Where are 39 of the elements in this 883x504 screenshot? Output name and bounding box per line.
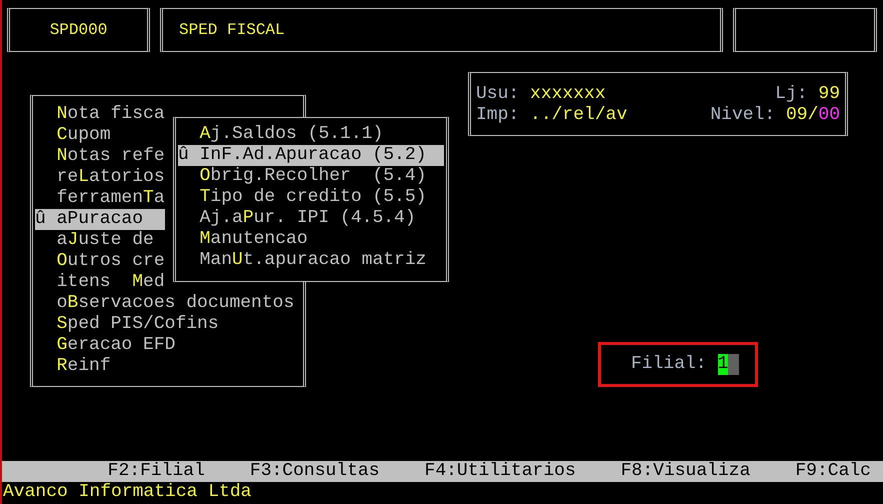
function-key[interactable]: F8:Visualiza: [620, 461, 750, 482]
menu-item[interactable]: Geracao EFD: [35, 335, 176, 356]
store-label: Lj:: [775, 84, 808, 104]
menu-item[interactable]: reLatorios: [35, 167, 165, 188]
cursor: [728, 354, 740, 375]
function-key[interactable]: F4:Utilitarios: [424, 461, 576, 482]
submenu-item[interactable]: Obrig.Recolher (5.4): [178, 166, 444, 187]
menu-item[interactable]: Notas refe: [35, 146, 165, 167]
menu-item[interactable]: itens Med: [35, 272, 165, 293]
submenu-item[interactable]: Manutencao: [178, 229, 444, 250]
printer-value: ../rel/av: [530, 105, 628, 125]
menu-item[interactable]: aJuste de: [35, 230, 154, 251]
menu-item[interactable]: ferramenTa: [35, 188, 165, 209]
company-name: Avanco Informatica Ltda: [2, 482, 252, 504]
submenu-item[interactable]: Tipo de credito (5.5): [178, 187, 444, 208]
submenu-item[interactable]: Aj.Saldos (5.1.1): [178, 124, 444, 145]
submenu-item[interactable]: Aj.aPur. IPI (4.5.4): [178, 208, 444, 229]
user-value: xxxxxxx: [530, 84, 606, 104]
level-value: 09/00: [786, 105, 840, 125]
program-title: SPED FISCAL: [160, 8, 723, 52]
store-value: 99: [818, 84, 840, 104]
user-label: Usu:: [476, 84, 520, 104]
submenu-item[interactable]: ManUt.apuracao matriz: [178, 250, 444, 271]
function-key[interactable]: F9:Calc: [795, 461, 871, 482]
menu-item[interactable]: Reinf: [35, 356, 111, 377]
menu-item[interactable]: Nota fisca: [35, 104, 165, 125]
submenu-item[interactable]: û InF.Ad.Apuracao (5.2): [178, 145, 444, 166]
function-key[interactable]: F3:Consultas: [250, 461, 380, 482]
filial-input[interactable]: 1: [718, 354, 728, 375]
menu-item[interactable]: Cupom: [35, 125, 111, 146]
menu-item[interactable]: oBservacoes documentos: [35, 293, 294, 314]
program-code: SPD000: [7, 8, 150, 52]
function-key[interactable]: F2:Filial: [108, 461, 205, 482]
filial-label: Filial:: [631, 354, 707, 375]
menu-item[interactable]: û aPuracao: [35, 209, 166, 230]
level-label: Nivel:: [710, 105, 776, 125]
menu-item[interactable]: Sped PIS/Cofins: [35, 314, 219, 335]
menu-item[interactable]: Outros cre: [35, 251, 165, 272]
printer-label: Imp:: [476, 105, 520, 125]
